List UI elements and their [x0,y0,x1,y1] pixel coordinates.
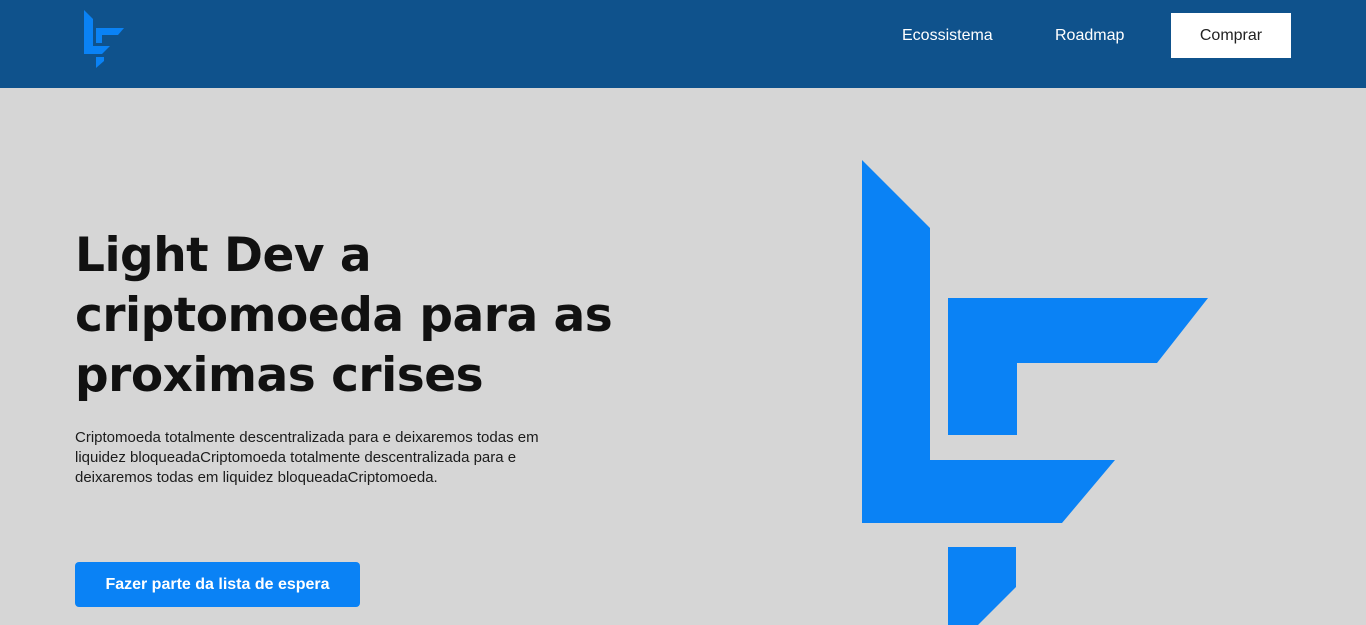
lightdev-logo-icon[interactable] [84,10,126,68]
hero-title: Light Dev a criptomoeda para as proximas… [75,228,613,403]
hero-description: Criptomoeda totalmente descentralizada p… [75,429,539,486]
lightdev-logo-large-icon [862,160,1208,625]
nav-link-roadmap[interactable]: Roadmap [1055,25,1124,47]
buy-button[interactable]: Comprar [1171,13,1291,58]
waitlist-button[interactable]: Fazer parte da lista de espera [75,562,360,607]
nav-link-ecossistema[interactable]: Ecossistema [902,25,993,47]
top-navbar: Ecossistema Roadmap Comprar [0,0,1366,88]
